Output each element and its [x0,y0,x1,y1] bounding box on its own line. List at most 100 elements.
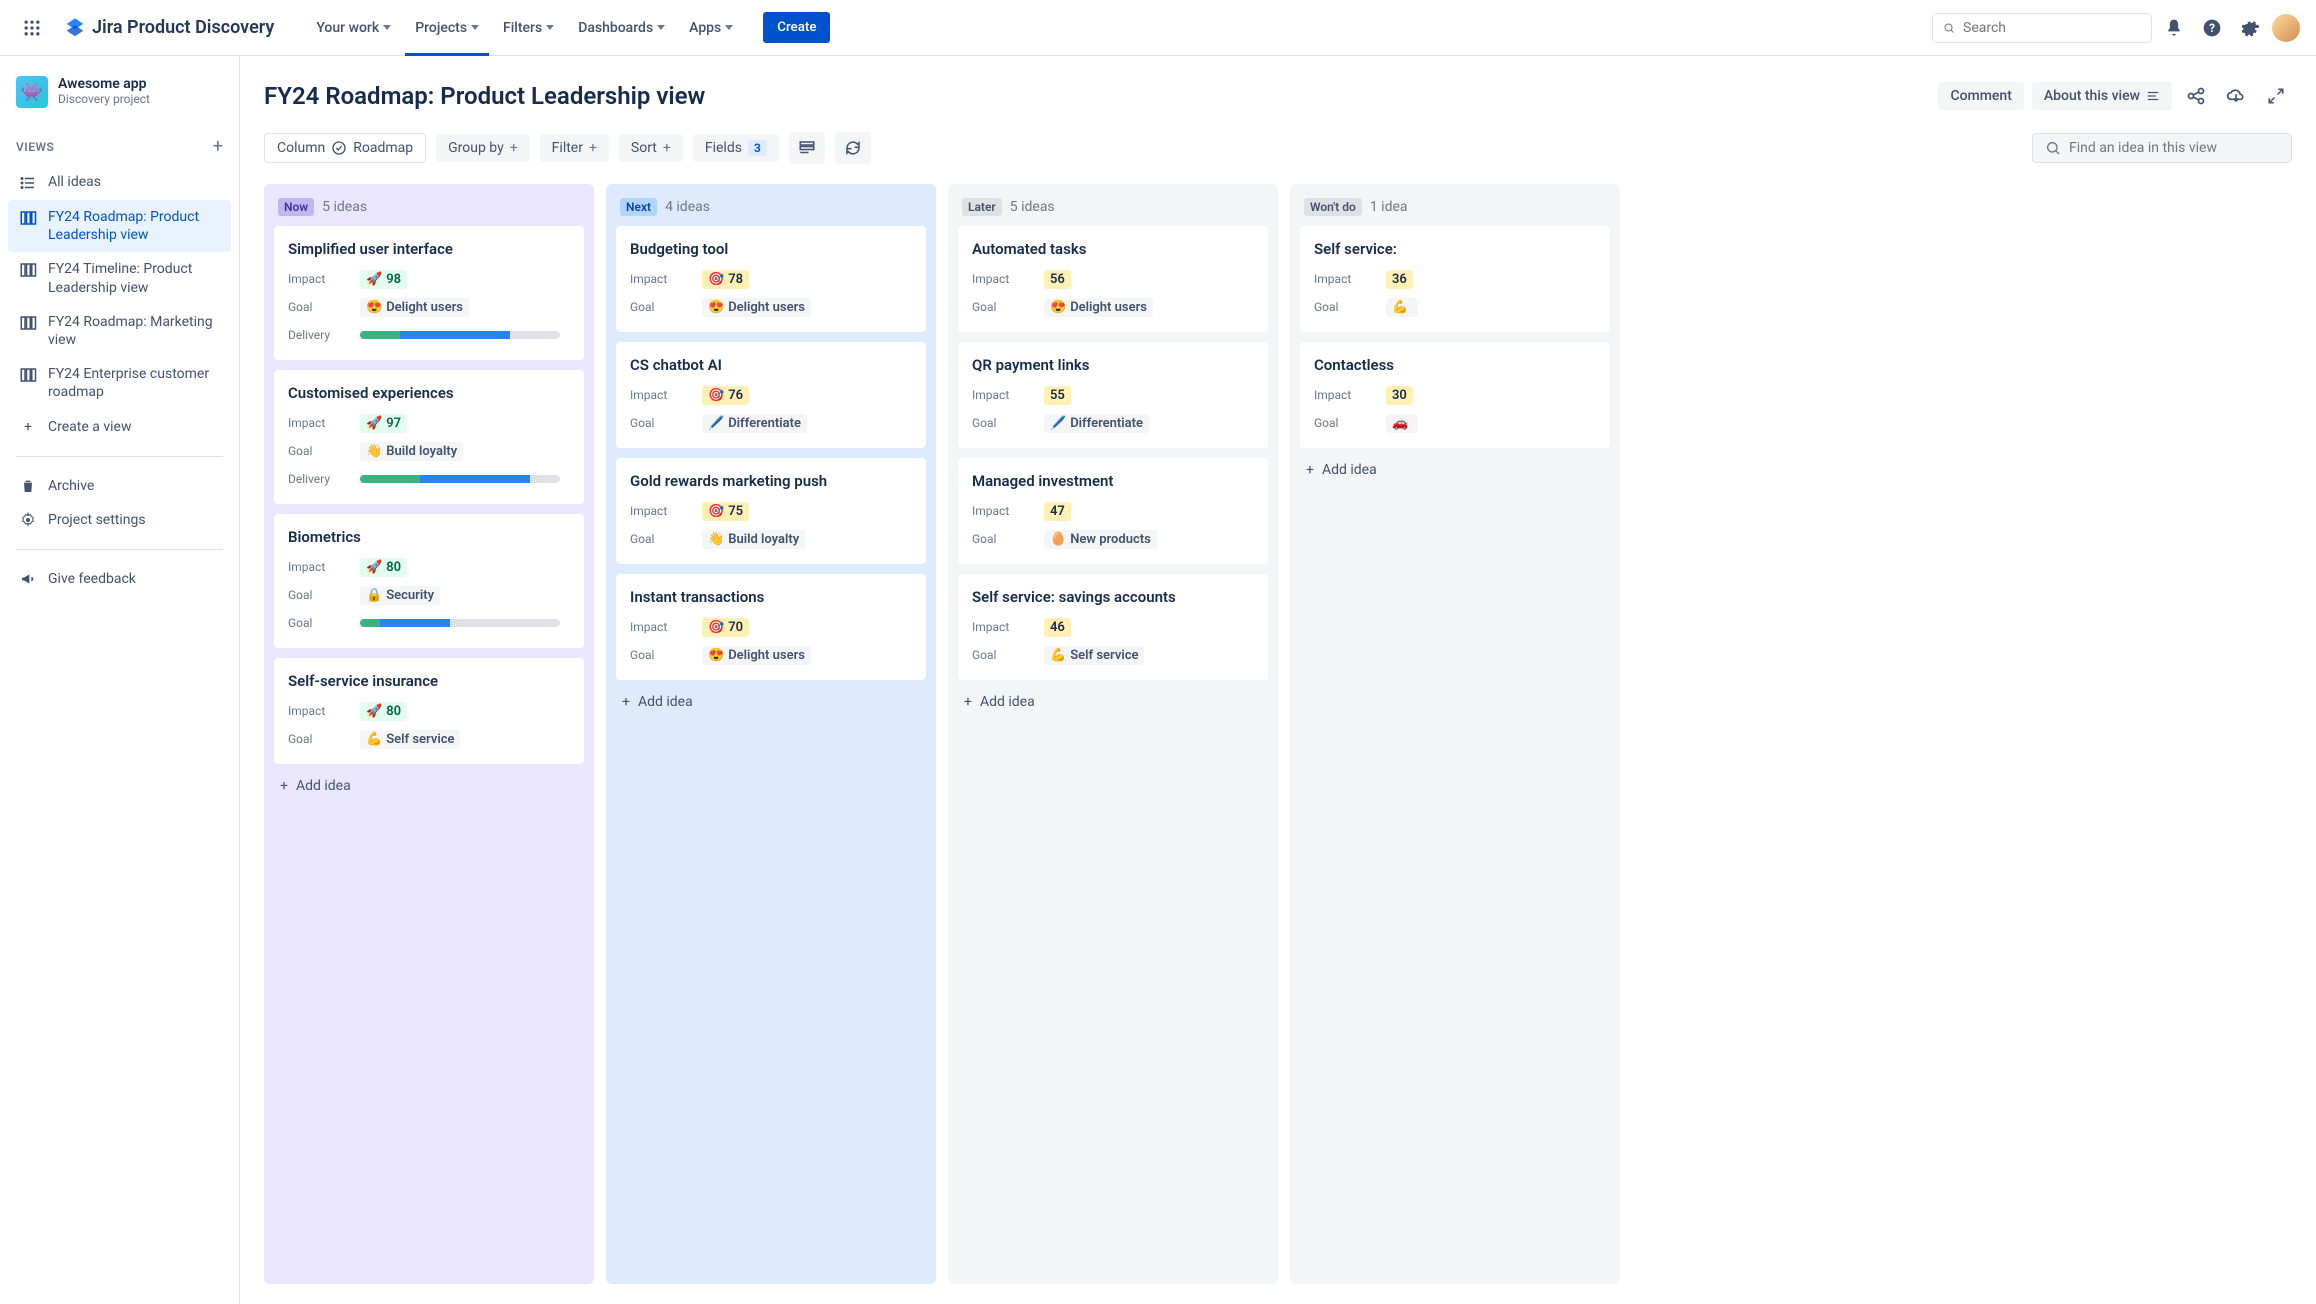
impact-tag: 55 [1044,386,1071,405]
user-avatar[interactable] [2272,14,2300,42]
add-view-icon[interactable]: + [213,136,223,157]
svg-text:?: ? [2209,21,2215,35]
expand-icon[interactable] [2260,80,2292,112]
sidebar-divider [16,549,223,550]
app-switcher-icon[interactable] [16,12,48,44]
sidebar-view-item[interactable]: FY24 Roadmap: Marketing view [8,305,231,357]
list-icon [2146,89,2160,103]
add-idea-button[interactable]: +Add idea [1300,452,1610,482]
card-title: CS chatbot AI [630,356,912,374]
create-view-button[interactable]: + Create a view [8,410,231,444]
idea-card[interactable]: Customised experiencesImpact🚀97Goal👋Buil… [274,370,584,504]
global-search[interactable] [1932,13,2152,43]
plus-icon: + [622,694,630,710]
page-title: FY24 Roadmap: Product Leadership view [264,82,705,110]
nav-item-your-work[interactable]: Your work [306,12,401,44]
sidebar-view-label: FY24 Enterprise customer roadmap [48,365,221,401]
board-column-later: Later5 ideasAutomated tasksImpact56Goal😍… [948,184,1278,1284]
column-badge: Won't do [1304,198,1362,216]
find-idea-input[interactable] [2069,140,2279,156]
board-icon [18,209,38,227]
nav-item-filters[interactable]: Filters [493,12,564,44]
idea-card[interactable]: Managed investmentImpact47Goal🥚New produ… [958,458,1268,564]
impact-label: Impact [630,504,702,518]
board-column-next: Next4 ideasBudgeting toolImpact🎯78Goal😍D… [606,184,936,1284]
project-header[interactable]: 👾 Awesome app Discovery project [8,76,231,128]
impact-tag: 🚀80 [360,702,407,721]
notifications-icon[interactable] [2158,12,2190,44]
views-section-label: VIEWS [16,140,54,154]
sidebar-view-label: FY24 Roadmap: Product Leadership view [48,208,221,244]
sidebar-divider [16,456,223,457]
idea-card[interactable]: Self service: savings accountsImpact46Go… [958,574,1268,680]
impact-tag: 🎯78 [702,270,749,289]
chevron-down-icon [546,25,554,30]
impact-tag: 46 [1044,618,1071,637]
board-icon [18,261,38,279]
nav-item-projects[interactable]: Projects [405,12,489,44]
fields-button[interactable]: Fields 3 [693,134,779,162]
board-column-wont: Won't do 1 idea Self service:Impact36Goal💪… [1290,184,1620,1284]
goal-label: Goal [630,300,702,314]
find-idea-search[interactable] [2032,133,2292,163]
add-idea-button[interactable]: +Add idea [616,684,926,714]
comment-button[interactable]: Comment [1938,82,2023,110]
add-idea-button[interactable]: +Add idea [958,684,1268,714]
idea-card[interactable]: ContactlessImpact30Goal🚗 [1300,342,1610,448]
board-icon [18,314,38,332]
goal-tag: 😍Delight users [360,298,469,317]
sidebar-view-item[interactable]: FY24 Enterprise customer roadmap [8,357,231,409]
about-view-button[interactable]: About this view [2032,82,2172,110]
goal-label: Goal [288,588,360,602]
idea-card[interactable]: Self-service insuranceImpact🚀80Goal💪Self… [274,658,584,764]
settings-icon[interactable] [2234,12,2266,44]
impact-tag: 🎯70 [702,618,749,637]
product-logo[interactable]: Jira Product Discovery [56,17,282,39]
idea-card[interactable]: CS chatbot AIImpact🎯76Goal🖊️Differentiat… [616,342,926,448]
impact-label: Impact [288,416,360,430]
goal-label: Goal [972,648,1044,662]
sidebar-view-item[interactable]: FY24 Timeline: Product Leadership view [8,252,231,304]
help-icon[interactable]: ? [2196,12,2228,44]
impact-label: Impact [972,620,1044,634]
column-count: 4 ideas [665,199,710,215]
column-count: 1 idea [1370,199,1408,215]
sidebar-view-item[interactable]: FY24 Roadmap: Product Leadership view [8,200,231,252]
give-feedback-link[interactable]: Give feedback [8,562,231,596]
goal-tag: 💪Self service [360,730,460,749]
project-settings-link[interactable]: Project settings [8,503,231,537]
impact-tag: 🎯75 [702,502,749,521]
idea-card[interactable]: QR payment linksImpact55Goal🖊️Differenti… [958,342,1268,448]
create-button[interactable]: Create [763,12,830,43]
cloud-download-icon[interactable] [2220,80,2252,112]
project-subtitle: Discovery project [58,92,150,106]
idea-card[interactable]: BiometricsImpact🚀80Goal🔒SecurityGoal [274,514,584,648]
card-layout-icon[interactable] [789,132,825,164]
impact-label: Impact [972,272,1044,286]
idea-card[interactable]: Self service:Impact36Goal💪 [1300,226,1610,332]
idea-card[interactable]: Instant transactionsImpact🎯70Goal😍Deligh… [616,574,926,680]
idea-card[interactable]: Budgeting toolImpact🎯78Goal😍Delight user… [616,226,926,332]
idea-card[interactable]: Gold rewards marketing pushImpact🎯75Goal… [616,458,926,564]
archive-link[interactable]: Archive [8,469,231,503]
filter-button[interactable]: Filter + [540,134,609,162]
refresh-icon[interactable] [835,132,871,164]
idea-card[interactable]: Simplified user interfaceImpact🚀98Goal😍D… [274,226,584,360]
add-idea-button[interactable]: +Add idea [274,768,584,798]
impact-label: Impact [630,388,702,402]
goal-tag: 🔒Security [360,586,440,605]
goal-label: Goal [1314,300,1386,314]
share-icon[interactable] [2180,80,2212,112]
project-icon: 👾 [16,76,48,108]
global-search-input[interactable] [1963,20,2141,36]
column-selector[interactable]: Column Roadmap [264,133,426,163]
group-by-button[interactable]: Group by + [436,134,530,162]
nav-item-apps[interactable]: Apps [679,12,743,44]
goal-tag: 😍Delight users [1044,298,1153,317]
sort-button[interactable]: Sort + [619,134,683,162]
goal-tag: 💪 [1386,298,1418,317]
sidebar-view-item[interactable]: All ideas [8,165,231,200]
board-icon [18,366,38,384]
nav-item-dashboards[interactable]: Dashboards [568,12,675,44]
idea-card[interactable]: Automated tasksImpact56Goal😍Delight user… [958,226,1268,332]
